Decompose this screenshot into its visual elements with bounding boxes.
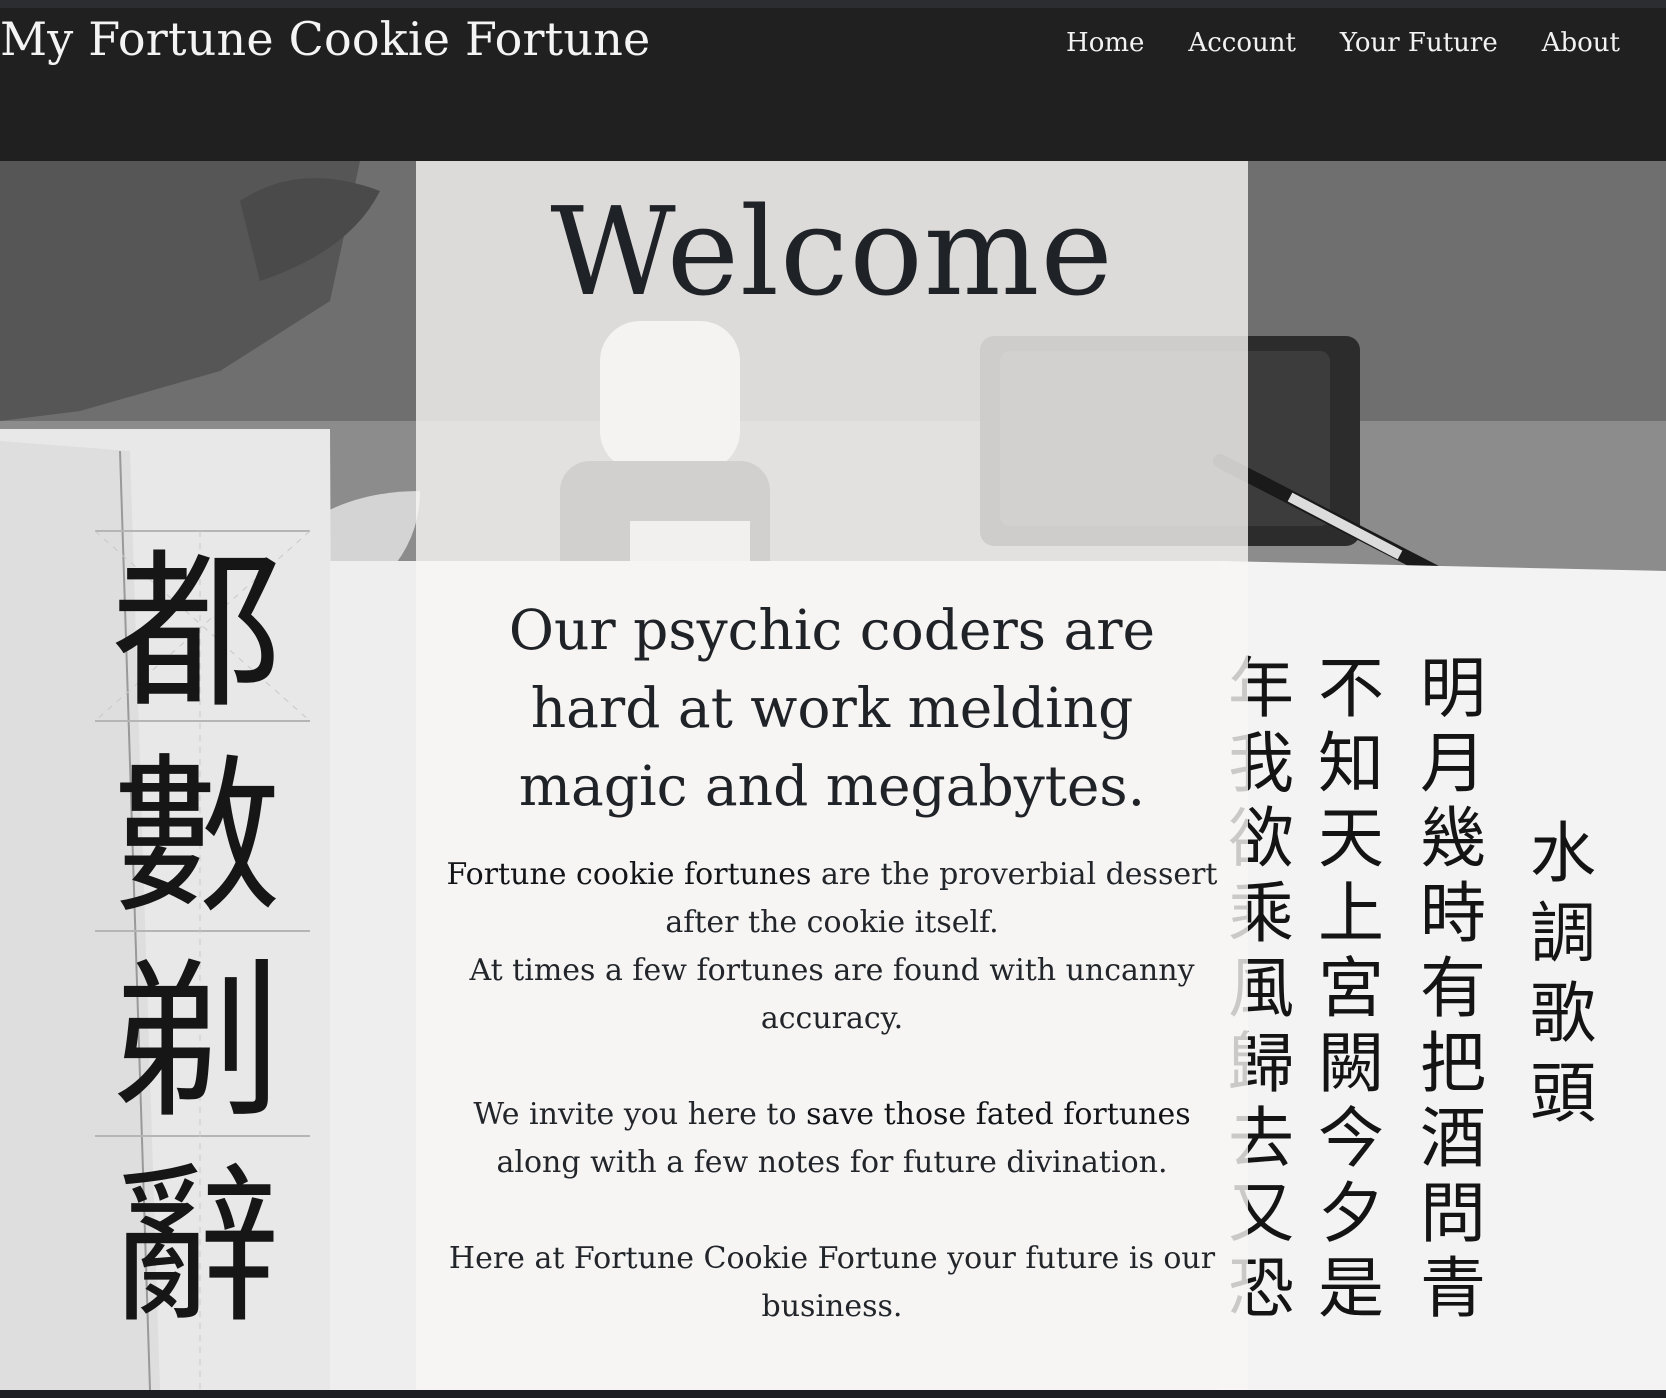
calligraphy-char: 知 xyxy=(1318,725,1384,802)
tagline-heading: Our psychic coders are hard at work meld… xyxy=(508,598,1156,818)
calligraphy-char: 都 xyxy=(112,534,282,732)
calligraphy-char: 青 xyxy=(1420,1250,1486,1327)
calligraphy-char: 有 xyxy=(1420,950,1486,1027)
calligraphy-char: 把 xyxy=(1420,1025,1486,1102)
calligraphy-char: 上 xyxy=(1318,875,1384,952)
intro-paragraph-2: At times a few fortunes are found with u… xyxy=(469,953,1195,1036)
intro-paragraph-3-tail: along with a few notes for future divina… xyxy=(496,1145,1168,1180)
intro-paragraph-3-lead: We invite you here to xyxy=(473,1097,807,1132)
window-top-edge xyxy=(0,0,1666,8)
intro-copy: Fortune cookie fortunes are the proverbi… xyxy=(446,851,1218,1331)
calligraphy-char: 明 xyxy=(1420,650,1486,727)
emphasis-fortune-cookie-fortunes: Fortune cookie fortunes xyxy=(446,857,812,892)
calligraphy-char: 夕 xyxy=(1318,1175,1384,1252)
calligraphy-char: 歌 xyxy=(1530,975,1596,1052)
calligraphy-char: 時 xyxy=(1420,875,1486,952)
welcome-panel: Welcome Our psychic coders are hard at w… xyxy=(416,161,1248,1390)
calligraphy-char: 頭 xyxy=(1530,1055,1596,1132)
intro-paragraph-3: We invite you here to save those fated f… xyxy=(446,1091,1218,1187)
nav-links: Home Account Your Future About xyxy=(1066,24,1620,62)
nav-link-account[interactable]: Account xyxy=(1188,24,1296,62)
calligraphy-char: 水 xyxy=(1530,815,1596,892)
nav-link-home[interactable]: Home xyxy=(1066,24,1144,62)
calligraphy-char: 數 xyxy=(112,739,282,937)
calligraphy-char: 宮 xyxy=(1318,950,1384,1027)
calligraphy-char: 酒 xyxy=(1420,1100,1486,1177)
calligraphy-char: 是 xyxy=(1318,1250,1384,1327)
nav-link-about[interactable]: About xyxy=(1542,24,1620,62)
calligraphy-char: 調 xyxy=(1530,895,1596,972)
site-brand[interactable]: My Fortune Cookie Fortune xyxy=(0,8,650,70)
calligraphy-char: 幾 xyxy=(1420,800,1486,877)
calligraphy-char: 辭 xyxy=(112,1149,282,1347)
calligraphy-char: 不 xyxy=(1318,650,1384,727)
nav-link-your-future[interactable]: Your Future xyxy=(1340,24,1498,62)
calligraphy-char: 剃 xyxy=(112,944,282,1142)
window-bottom-edge xyxy=(0,1390,1666,1398)
welcome-heading: Welcome xyxy=(550,181,1114,323)
calligraphy-char: 問 xyxy=(1420,1175,1486,1252)
calligraphy-char: 闕 xyxy=(1318,1025,1384,1102)
navbar: My Fortune Cookie Fortune Home Account Y… xyxy=(0,8,1666,161)
intro-paragraph-4: Here at Fortune Cookie Fortune your futu… xyxy=(448,1241,1216,1324)
intro-paragraph-1: Fortune cookie fortunes are the proverbi… xyxy=(446,851,1218,947)
emphasis-save-fortunes: save those fated fortunes xyxy=(806,1097,1191,1132)
calligraphy-char: 月 xyxy=(1420,725,1486,802)
calligraphy-char: 天 xyxy=(1318,800,1384,877)
calligraphy-char: 今 xyxy=(1318,1100,1384,1177)
